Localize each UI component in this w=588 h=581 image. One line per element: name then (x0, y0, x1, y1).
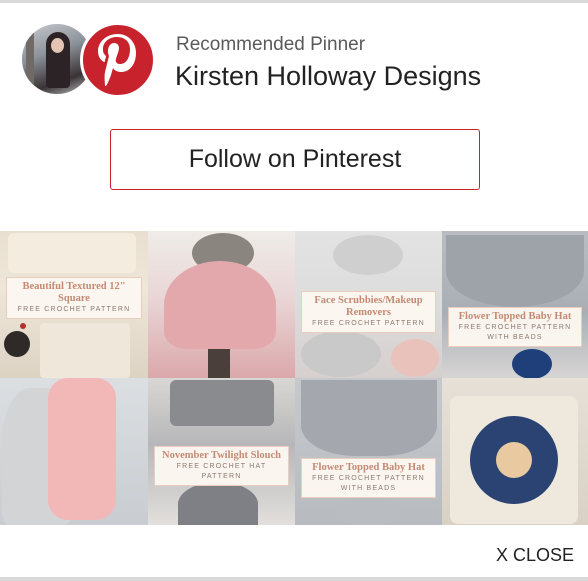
avatar-face (51, 38, 64, 53)
pin-subtitle: FREE CROCHET HAT PATTERN (176, 463, 267, 480)
close-button[interactable]: X CLOSE (496, 545, 574, 566)
recommended-pinner-label: Recommended Pinner (176, 34, 366, 55)
pin-tile[interactable] (148, 231, 295, 378)
pink-earflap-hat (164, 261, 276, 349)
slouch-hat (178, 482, 258, 525)
pink-scrubby (391, 339, 439, 377)
pinterest-logo-icon[interactable] (80, 22, 156, 98)
yarn-ball (512, 349, 552, 378)
pin-banner: Flower Topped Baby Hat FREE CROCHET PATT… (448, 307, 582, 347)
pin-tile[interactable]: Beautiful Textured 12" Square FREE CROCH… (0, 231, 148, 378)
pinner-name[interactable]: Kirsten Holloway Designs (175, 61, 481, 92)
top-divider (0, 0, 588, 3)
pin-subtitle: FREE CROCHET PATTERN WITH BEADS (458, 324, 572, 341)
pink-scarf (48, 378, 116, 520)
pinterest-p-glyph (98, 34, 136, 86)
crochet-square-top (8, 233, 136, 273)
pin-subtitle: FREE CROCHET PATTERN WITH BEADS (312, 475, 425, 492)
crochet-square-bottom (40, 323, 130, 378)
slouch-hat-brim (170, 380, 274, 426)
pin-banner: Beautiful Textured 12" Square FREE CROCH… (6, 277, 142, 319)
pin-tile[interactable] (0, 378, 148, 525)
pin-title: Flower Topped Baby Hat (458, 311, 572, 322)
pin-tile[interactable]: Flower Topped Baby Hat FREE CROCHET PATT… (295, 378, 442, 525)
follow-on-pinterest-button[interactable]: Follow on Pinterest (110, 129, 480, 190)
grey-baby-hat (301, 380, 437, 456)
pin-subtitle: FREE CROCHET PATTERN (17, 306, 131, 313)
pin-banner: November Twilight Slouch FREE CROCHET HA… (154, 446, 289, 486)
pin-title: November Twilight Slouch (161, 450, 281, 461)
pin-title: Flower Topped Baby Hat (312, 462, 425, 473)
pin-tile[interactable]: Flower Topped Baby Hat FREE CROCHET PATT… (442, 231, 588, 378)
mug (4, 331, 30, 357)
pin-banner: Face Scrubbies/Makeup Removers FREE CROC… (301, 291, 436, 333)
pin-title: Beautiful Textured 12" Square (22, 281, 126, 304)
granny-square-core (496, 442, 532, 478)
scrubby (301, 331, 381, 377)
scrubby (333, 235, 403, 275)
crochet-flower (335, 496, 401, 525)
avatar-background-tree (26, 30, 34, 90)
pin-title: Face Scrubbies/Makeup Removers (314, 295, 423, 318)
pin-banner: Flower Topped Baby Hat FREE CROCHET PATT… (301, 458, 436, 498)
pin-grid: Beautiful Textured 12" Square FREE CROCH… (0, 231, 588, 525)
pin-tile[interactable]: Face Scrubbies/Makeup Removers FREE CROC… (295, 231, 442, 378)
pin-subtitle: FREE CROCHET PATTERN (312, 320, 425, 327)
bottom-divider (0, 577, 588, 581)
pin-tile[interactable]: November Twilight Slouch FREE CROCHET HA… (148, 378, 295, 525)
pin-tile[interactable] (442, 378, 588, 525)
hat-stand (208, 349, 230, 378)
berry (20, 323, 26, 329)
grey-baby-hat (446, 235, 584, 307)
